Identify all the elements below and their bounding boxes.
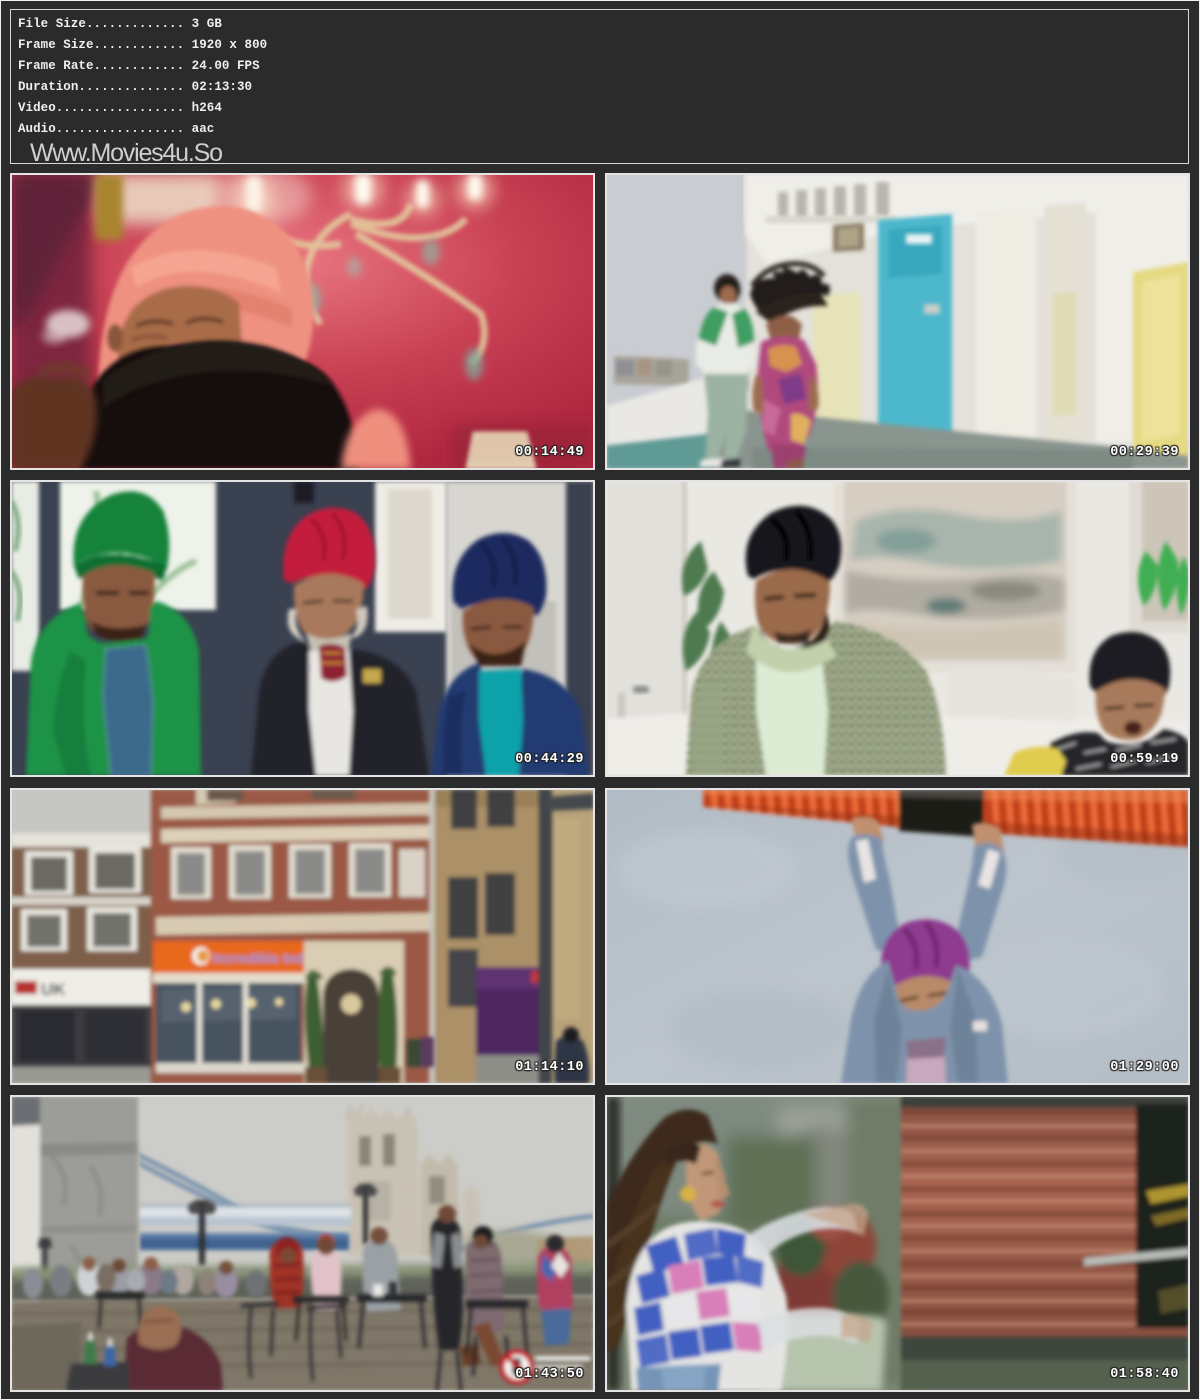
svg-text:UK: UK — [41, 980, 66, 999]
svg-text:Incredible India: Incredible India — [213, 950, 316, 966]
